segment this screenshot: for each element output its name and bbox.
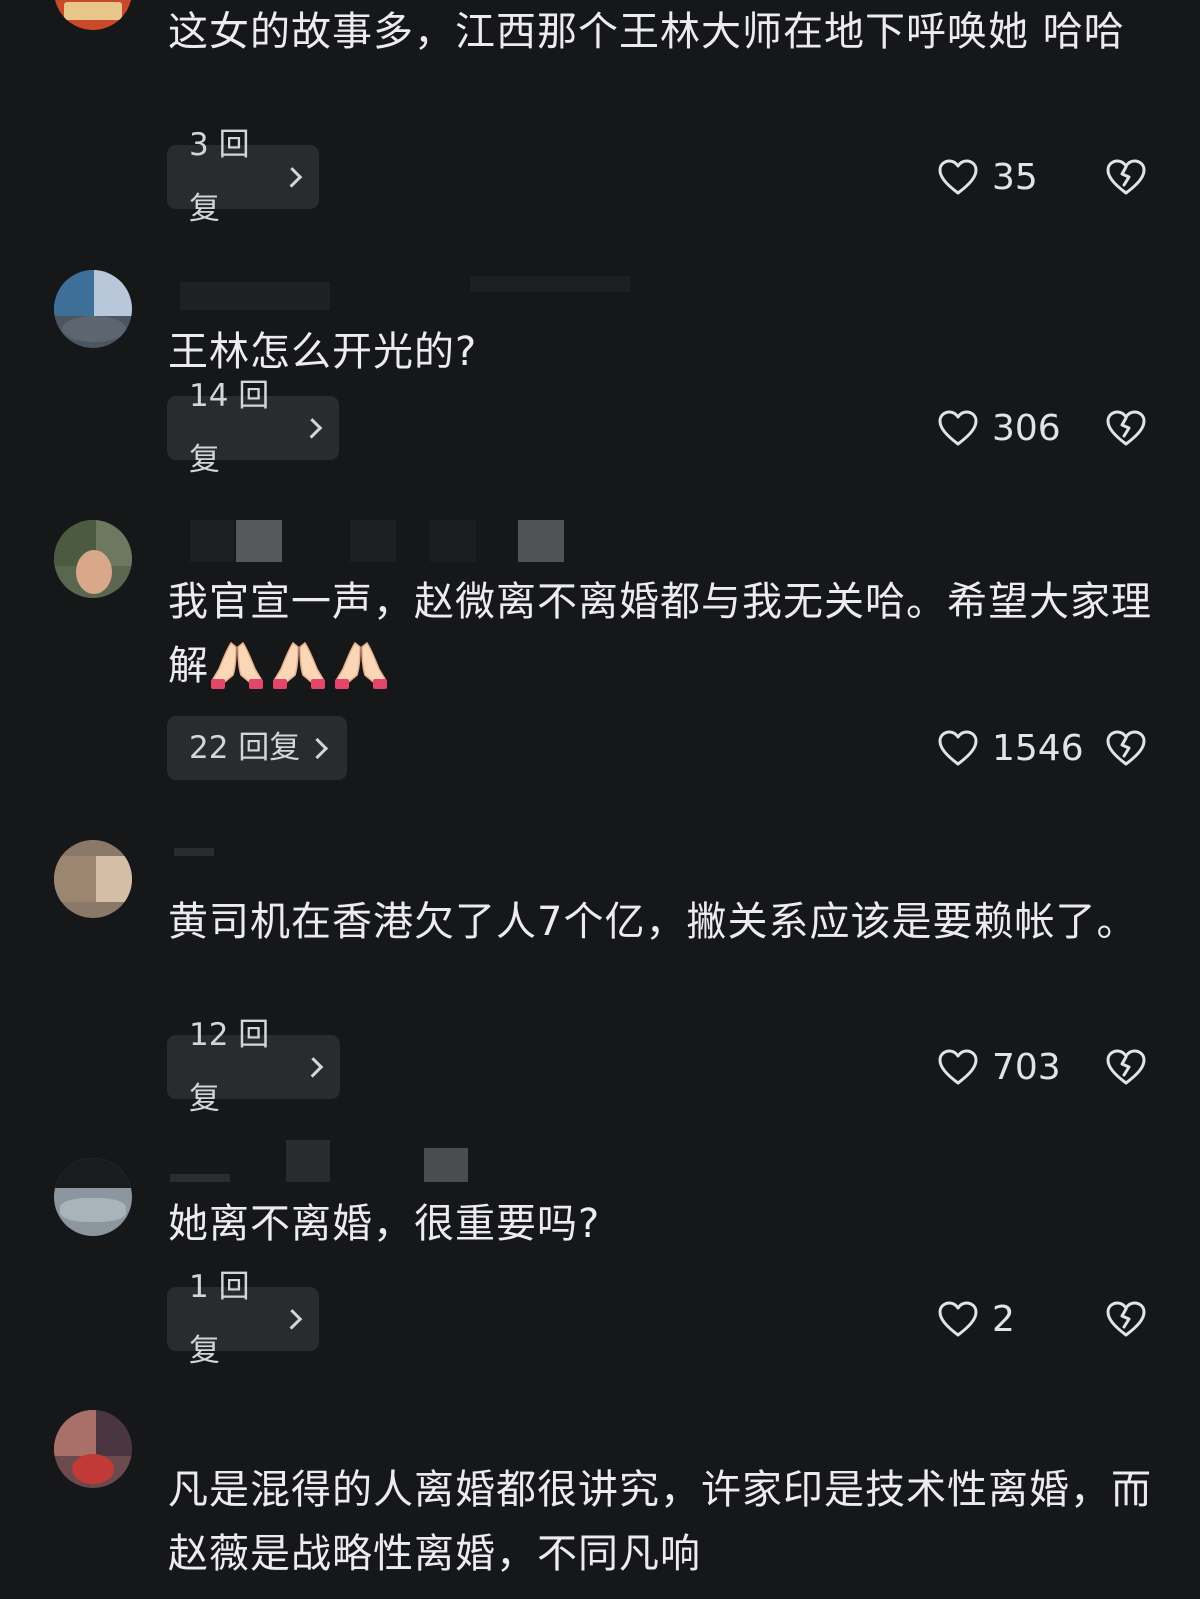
chevron-right-icon — [307, 737, 329, 759]
username-redacted — [170, 520, 670, 562]
comment-text: 她离不离婚，很重要吗? — [168, 1201, 601, 1247]
dislike-button[interactable] — [1105, 396, 1147, 460]
chevron-right-icon — [281, 1308, 303, 1330]
folded-hands-emoji — [271, 635, 327, 691]
like-count: 306 — [992, 407, 1061, 449]
like-count: 703 — [992, 1046, 1061, 1088]
reply-count-label: 1 回复 — [189, 1269, 250, 1369]
dislike-button[interactable] — [1105, 145, 1147, 209]
like-button[interactable]: 703 — [938, 1035, 1061, 1099]
like-count: 35 — [992, 156, 1038, 198]
username-redacted — [170, 270, 670, 310]
avatar[interactable] — [54, 840, 132, 918]
comment-text: 我官宣一声，赵微离不离婚都与我无关哈。希望大家理解 — [168, 570, 1158, 698]
view-replies-button[interactable]: 1 回复 — [167, 1269, 319, 1369]
heart-outline-icon — [938, 1301, 978, 1337]
avatar[interactable] — [54, 1158, 132, 1236]
dislike-button[interactable] — [1105, 1035, 1147, 1099]
avatar[interactable] — [54, 270, 132, 348]
comment-text: 黄司机在香港欠了人7个亿，撇关系应该是要赖帐了。 — [168, 899, 1138, 945]
heart-outline-icon — [938, 159, 978, 195]
view-replies-button[interactable]: 3 回复 — [167, 127, 319, 227]
heart-outline-icon — [938, 730, 978, 766]
chevron-right-icon — [281, 166, 303, 188]
like-button[interactable]: 35 — [938, 145, 1038, 209]
view-replies-button[interactable]: 14 回复 — [167, 378, 339, 478]
dislike-button[interactable] — [1105, 716, 1147, 780]
like-count: 2 — [992, 1298, 1015, 1340]
avatar[interactable] — [54, 0, 132, 30]
reply-count-label: 3 回复 — [189, 127, 250, 227]
dislike-button[interactable] — [1105, 1287, 1147, 1351]
username-redacted — [170, 840, 670, 880]
view-replies-button[interactable]: 22 回复 — [167, 716, 347, 780]
broken-heart-icon — [1105, 729, 1147, 767]
view-replies-button[interactable]: 12 回复 — [167, 1017, 340, 1117]
heart-outline-icon — [938, 1049, 978, 1085]
broken-heart-icon — [1105, 1300, 1147, 1338]
broken-heart-icon — [1105, 409, 1147, 447]
like-button[interactable]: 1546 — [938, 716, 1084, 780]
comment-text: 凡是混得的人离婚都很讲究，许家印是技术性离婚，而赵薇是战略性离婚，不同凡响 — [168, 1467, 1152, 1577]
broken-heart-icon — [1105, 1048, 1147, 1086]
chevron-right-icon — [301, 417, 323, 439]
username-redacted — [170, 1140, 670, 1182]
reply-count-label: 14 回复 — [189, 378, 270, 478]
like-count: 1546 — [992, 727, 1084, 769]
folded-hands-emoji — [333, 635, 389, 691]
reply-count-label: 12 回复 — [189, 1017, 270, 1117]
folded-hands-emoji — [209, 635, 265, 691]
broken-heart-icon — [1105, 158, 1147, 196]
like-button[interactable]: 306 — [938, 396, 1061, 460]
comment-text: 王林怎么开光的? — [168, 329, 478, 375]
chevron-right-icon — [302, 1056, 324, 1078]
comment-text: 这女的故事多，江西那个王林大师在地下呼唤她 哈哈 — [168, 9, 1125, 55]
like-button[interactable]: 2 — [938, 1287, 1015, 1351]
avatar[interactable] — [54, 1410, 132, 1488]
avatar[interactable] — [54, 520, 132, 598]
reply-count-label: 22 回复 — [189, 730, 301, 766]
heart-outline-icon — [938, 410, 978, 446]
